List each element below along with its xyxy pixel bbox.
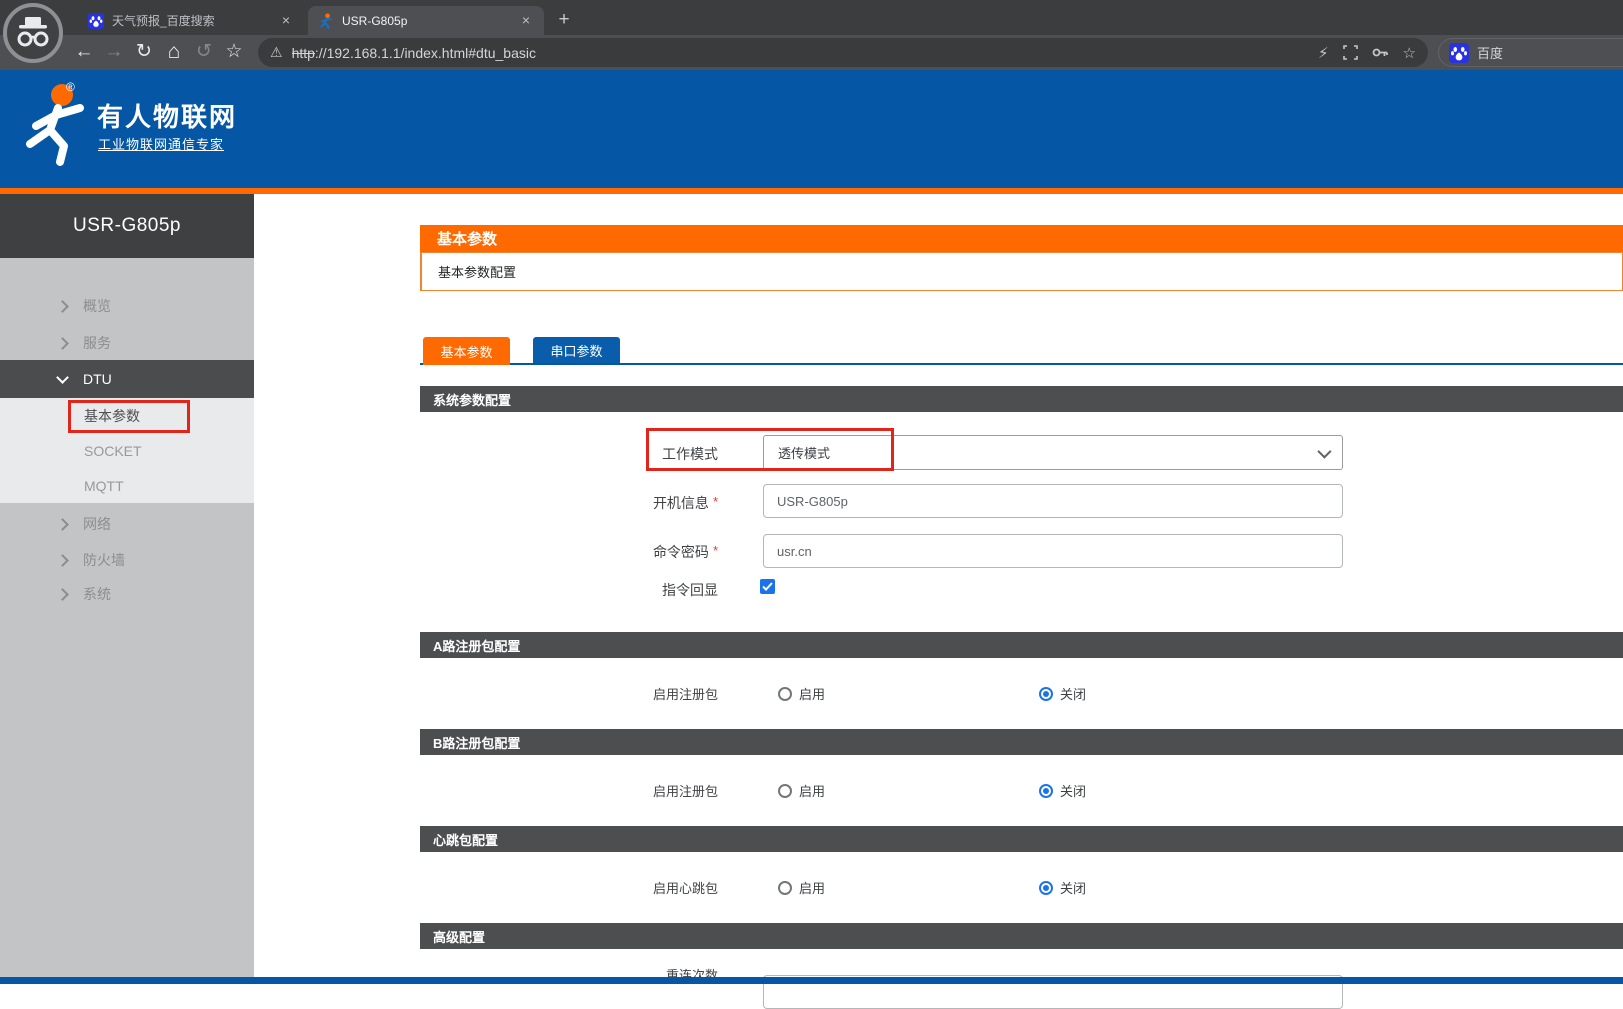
sidebar-item-network[interactable]: 网络 <box>0 510 254 538</box>
side-search-box[interactable]: 百度 <box>1438 38 1623 67</box>
radio-on-icon[interactable] <box>1039 784 1053 798</box>
bookmark-star-icon[interactable]: ☆ <box>220 38 248 66</box>
bottom-accent-bar <box>0 977 1623 984</box>
side-search-label: 百度 <box>1477 43 1503 62</box>
sidebar-item-label: 系统 <box>83 584 111 604</box>
page-title-bar: 基本参数 <box>420 225 1623 252</box>
browser-tab-weather[interactable]: 天气预报_百度搜索 × <box>78 6 304 35</box>
required-asterisk: * <box>713 494 718 509</box>
tab-underline <box>420 363 1623 365</box>
sidebar-item-label: 防火墙 <box>83 550 125 570</box>
sidebar-item-label: 网络 <box>83 514 111 534</box>
undo-icon[interactable]: ↺ <box>190 38 218 66</box>
section-header-heartbeat: 心跳包配置 <box>420 826 1623 852</box>
reg-a-option-disable[interactable]: 关闭 <box>1039 684 1086 703</box>
back-icon[interactable]: ← <box>70 38 98 66</box>
radio-off-icon[interactable] <box>778 784 792 798</box>
tab-serial-params[interactable]: 串口参数 <box>533 337 620 363</box>
url-scheme: http <box>292 45 315 61</box>
forward-icon[interactable]: → <box>100 38 128 66</box>
chevron-right-icon <box>56 518 69 531</box>
heartbeat-option-disable[interactable]: 关闭 <box>1039 878 1086 897</box>
tab-basic-params[interactable]: 基本参数 <box>423 337 510 365</box>
reg-b-option-disable[interactable]: 关闭 <box>1039 781 1086 800</box>
section-header-system-params: 系统参数配置 <box>420 386 1623 412</box>
chevron-right-icon <box>56 337 69 350</box>
heartbeat-enable-label: 启用心跳包 <box>420 878 718 897</box>
reg-b-option-enable[interactable]: 启用 <box>778 781 825 800</box>
page-description: 基本参数配置 <box>420 252 1623 291</box>
chevron-right-icon <box>56 588 69 601</box>
sidebar-item-firewall[interactable]: 防火墙 <box>0 546 254 574</box>
registered-mark: ® <box>66 80 75 94</box>
key-icon[interactable] <box>1372 45 1389 60</box>
heartbeat-option-enable[interactable]: 启用 <box>778 878 825 897</box>
lightning-icon[interactable]: ⚡ <box>1318 44 1329 62</box>
new-tab-button[interactable]: + <box>552 8 576 32</box>
baidu-search-icon <box>1449 43 1469 63</box>
chevron-right-icon <box>56 300 69 313</box>
brand-tagline: 工业物联网通信专家 <box>98 134 224 153</box>
chevron-right-icon <box>56 554 69 567</box>
radio-off-icon[interactable] <box>778 687 792 701</box>
annotation-box-work-mode <box>646 428 894 471</box>
tab-title: 天气预报_百度搜索 <box>112 12 278 29</box>
echo-checkbox[interactable] <box>760 579 775 594</box>
cmd-password-input[interactable] <box>763 534 1343 568</box>
sidebar-item-mqtt[interactable]: MQTT <box>0 468 254 503</box>
radio-on-icon[interactable] <box>1039 881 1053 895</box>
site-header <box>0 70 1623 188</box>
url-rest: ://192.168.1.1/index.html#dtu_basic <box>315 45 536 61</box>
usr-favicon-icon <box>318 13 334 29</box>
sidebar-item-dtu[interactable]: DTU <box>0 360 254 398</box>
tab-close-icon[interactable]: × <box>278 13 294 29</box>
incognito-glyph <box>14 16 52 50</box>
reg-a-option-enable[interactable]: 启用 <box>778 684 825 703</box>
annotation-box-sidebar-basic-params <box>68 400 190 433</box>
section-header-advanced: 高级配置 <box>420 923 1623 949</box>
star-icon[interactable]: ☆ <box>1403 44 1416 62</box>
reg-a-enable-label: 启用注册包 <box>420 684 718 703</box>
sidebar-item-label: DTU <box>83 371 112 387</box>
radio-off-icon[interactable] <box>778 881 792 895</box>
cmd-password-label: 命令密码* <box>420 542 718 562</box>
sidebar-device-title: USR-G805p <box>0 194 254 258</box>
address-bar-actions: ⚡ ☆ <box>1318 44 1416 62</box>
reload-icon[interactable]: ↻ <box>130 38 158 66</box>
sidebar-item-label: SOCKET <box>84 443 142 459</box>
tab-close-icon[interactable]: × <box>518 13 534 29</box>
sidebar-item-socket[interactable]: SOCKET <box>0 433 254 468</box>
required-asterisk: * <box>713 543 718 558</box>
baidu-favicon-icon <box>88 13 104 29</box>
section-header-reg-a: A路注册包配置 <box>420 632 1623 658</box>
check-icon <box>762 582 773 591</box>
boot-info-input[interactable] <box>763 484 1343 518</box>
sidebar-item-label: MQTT <box>84 478 124 494</box>
sidebar-item-service[interactable]: 服务 <box>0 329 254 357</box>
address-bar[interactable]: ⚠ http://192.168.1.1/index.html#dtu_basi… <box>258 38 1428 67</box>
brand-name: 有人物联网 <box>97 97 237 134</box>
home-icon[interactable]: ⌂ <box>160 38 188 66</box>
chevron-down-icon <box>56 371 69 384</box>
sidebar-item-overview[interactable]: 概览 <box>0 292 254 320</box>
reg-b-enable-label: 启用注册包 <box>420 781 718 800</box>
radio-on-icon[interactable] <box>1039 687 1053 701</box>
browser-tab-usr-g805p[interactable]: USR-G805p × <box>308 6 544 35</box>
tab-title: USR-G805p <box>342 14 518 28</box>
sidebar-item-system[interactable]: 系统 <box>0 580 254 608</box>
select-chevron-icon <box>1317 444 1331 458</box>
usr-logo-icon <box>18 82 94 173</box>
sidebar-item-label: 概览 <box>83 296 111 316</box>
url-text: http://192.168.1.1/index.html#dtu_basic <box>292 45 1306 61</box>
section-header-reg-b: B路注册包配置 <box>420 729 1623 755</box>
not-secure-warning-icon[interactable]: ⚠ <box>270 44 283 61</box>
boot-info-label: 开机信息* <box>420 493 718 513</box>
frame-capture-icon[interactable] <box>1343 45 1358 60</box>
echo-label: 指令回显 <box>420 580 718 600</box>
incognito-avatar-icon[interactable] <box>3 3 63 63</box>
sidebar-item-label: 服务 <box>83 333 111 353</box>
